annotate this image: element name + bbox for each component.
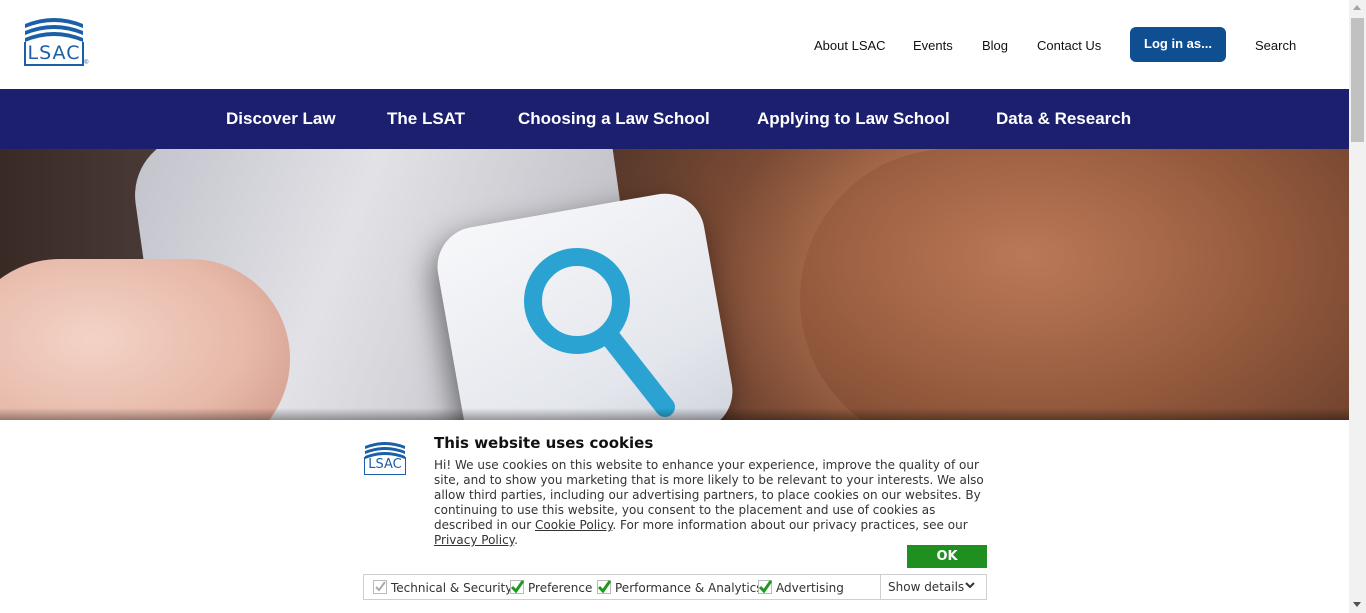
main-nav-data-research[interactable]: Data & Research [996,109,1131,129]
cookie-logo-text: LSAC [364,457,406,475]
nav-link-about-lsac[interactable]: About LSAC [814,38,886,53]
finger-shape [800,149,1349,420]
checkbox-checked-icon [597,580,611,594]
scroll-down-arrow-icon[interactable] [1353,602,1361,607]
magnifying-glass-icon [524,248,675,417]
logo-arches-icon [25,18,83,42]
cookie-policy-link[interactable]: Cookie Policy [535,518,612,532]
cookie-banner-logo: LSAC [364,439,410,479]
finger-shape-left [0,259,290,420]
logo-text: LSAC [24,42,84,66]
nav-link-contact-us[interactable]: Contact Us [1037,38,1101,53]
cookie-text-part: . For more information about our privacy… [612,518,968,532]
consent-performance-analytics[interactable]: Performance & Analytics [597,580,763,595]
consent-technical-security[interactable]: Technical & Security [373,580,512,595]
hero-image [0,149,1349,420]
login-button[interactable]: Log in as... [1130,27,1226,62]
site-header: LSAC ® About LSAC Events Blog Contact Us… [0,0,1349,89]
logo-registered-mark: ® [84,60,89,66]
privacy-policy-link[interactable]: Privacy Policy [434,533,514,547]
cookie-banner: LSAC This website uses cookies Hi! We us… [0,420,1349,613]
nav-link-events[interactable]: Events [913,38,953,53]
main-nav-the-lsat[interactable]: The LSAT [387,109,465,129]
search-link[interactable]: Search [1255,38,1296,53]
checkbox-checked-icon [510,580,524,594]
scroll-up-arrow-icon[interactable] [1353,5,1361,10]
checkbox-checked-disabled-icon [373,580,387,594]
scrollbar-thumb[interactable] [1351,18,1364,142]
chevron-down-icon [965,582,975,589]
cookie-consent-options: Technical & Security Preference Performa… [363,574,987,600]
logo-arches-icon [365,442,405,459]
consent-label: Performance & Analytics [615,581,763,595]
main-nav-applying-to-law-school[interactable]: Applying to Law School [757,109,950,129]
consent-label: Preference [528,581,593,595]
consent-label: Advertising [776,581,844,595]
cookie-banner-title: This website uses cookies [434,434,654,452]
checkbox-checked-icon [758,580,772,594]
main-nav-choosing-a-law-school[interactable]: Choosing a Law School [518,109,710,129]
lsac-logo[interactable]: LSAC ® [24,14,90,68]
consent-label: Technical & Security [391,581,513,595]
cookie-ok-button[interactable]: OK [907,545,987,568]
main-navigation: Discover Law The LSAT Choosing a Law Sch… [0,89,1349,149]
consent-preference[interactable]: Preference [510,580,592,595]
consent-advertising[interactable]: Advertising [758,580,844,595]
show-details-toggle[interactable]: Show details [880,575,987,599]
cookie-banner-text: Hi! We use cookies on this website to en… [434,458,988,548]
main-nav-discover-law[interactable]: Discover Law [226,109,336,129]
nav-link-blog[interactable]: Blog [982,38,1008,53]
cookie-text-part: . [514,533,518,547]
show-details-label: Show details [888,580,965,594]
